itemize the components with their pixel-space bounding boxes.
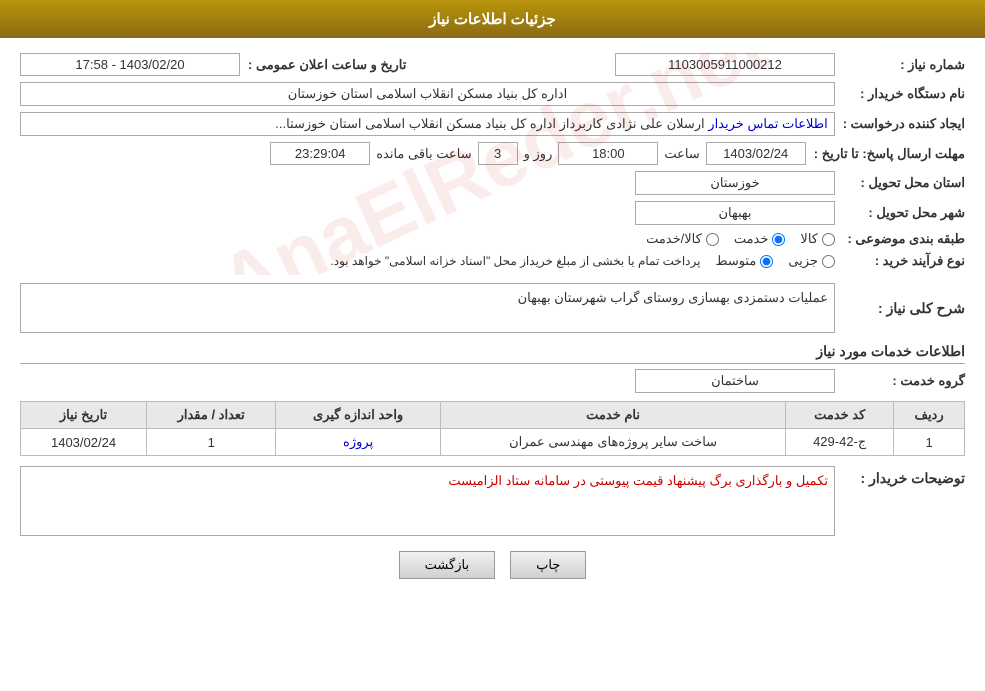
category-khedmat-label: خدمت [734,231,769,247]
response-time-label: ساعت [664,146,699,162]
general-desc-label: شرح کلی نیاز : [835,300,965,317]
col-quantity: تعداد / مقدار [147,402,276,429]
page-title: جزئیات اطلاعات نیاز [429,11,556,28]
response-deadline-label: مهلت ارسال پاسخ: تا تاریخ : [806,146,965,162]
category-kala-radio[interactable] [822,233,835,246]
col-service-code: کد خدمت [786,402,894,429]
province-label: استان محل تحویل : [835,175,965,191]
service-group-label: گروه خدمت : [835,373,965,389]
general-desc-row: شرح کلی نیاز : عملیات دستمزدی بهسازی روس… [20,283,965,333]
services-table: ردیف کد خدمت نام خدمت واحد اندازه گیری ت… [20,401,965,456]
creator-label: ایجاد کننده درخواست : [835,116,965,132]
col-need-date: تاریخ نیاز [21,402,147,429]
response-time-value: 18:00 [558,142,658,165]
purchase-type-motavasset: متوسط [715,253,773,269]
cell-need-date: 1403/02/24 [21,429,147,456]
content-area: AnaElReder.net شماره نیاز : 110300591100… [0,38,985,609]
province-value: خوزستان [635,171,835,195]
need-number-label: شماره نیاز : [835,57,965,73]
col-row-num: ردیف [894,402,965,429]
buyer-org-value: اداره کل بنیاد مسکن انقلاب اسلامی استان … [20,82,835,106]
buyer-desc-row: توضیحات خریدار : تکمیل و بارگذاری برگ پی… [20,466,965,536]
purchase-type-label: نوع فرآیند خرید : [835,253,965,269]
button-row: چاپ بازگشت [20,551,965,579]
buyer-desc-text: تکمیل و بارگذاری برگ پیشنهاد قیمت پیوستی… [448,473,828,488]
col-unit: واحد اندازه گیری [276,402,441,429]
page-container: جزئیات اطلاعات نیاز AnaElReder.net شماره… [0,0,985,691]
purchase-type-row: نوع فرآیند خرید : جزیی متوسط پرداخت تمام… [20,253,965,269]
creator-row: ایجاد کننده درخواست : اطلاعات تماس خریدا… [20,112,965,136]
category-kala: کالا [800,231,835,247]
general-info-block: AnaElReder.net شماره نیاز : 110300591100… [20,53,965,275]
purchase-type-motavasset-radio[interactable] [760,255,773,268]
buyer-org-row: نام دستگاه خریدار : اداره کل بنیاد مسکن … [20,82,965,106]
cell-quantity: 1 [147,429,276,456]
purchase-type-jozi-label: جزیی [788,253,818,269]
print-button[interactable]: چاپ [510,551,586,579]
purchase-type-jozi-radio[interactable] [822,255,835,268]
category-label: طبقه بندی موضوعی : [835,231,965,247]
buyer-desc-value: تکمیل و بارگذاری برگ پیشنهاد قیمت پیوستی… [20,466,835,536]
response-date-value: 1403/02/24 [706,142,806,165]
cell-row-num: 1 [894,429,965,456]
city-label: شهر محل تحویل : [835,205,965,221]
purchase-type-jozi: جزیی [788,253,835,269]
category-kala-khedmat-radio[interactable] [706,233,719,246]
response-days-label: روز و [524,146,553,162]
table-row: 1 ج-42-429 ساخت سایر پروژه‌های مهندسی عم… [21,429,965,456]
purchase-type-desc: پرداخت تمام یا بخشی از مبلغ خریداز محل "… [330,254,700,268]
creator-value: اطلاعات تماس خریدار ارسلان علی نژادی کار… [20,112,835,136]
page-header: جزئیات اطلاعات نیاز [0,0,985,38]
purchase-type-motavasset-label: متوسط [715,253,756,269]
service-group-value: ساختمان [635,369,835,393]
province-row: استان محل تحویل : خوزستان [20,171,965,195]
category-kala-label: کالا [800,231,818,247]
city-row: شهر محل تحویل : بهبهان [20,201,965,225]
cell-unit: پروژه [276,429,441,456]
cell-service-name: ساخت سایر پروژه‌های مهندسی عمران [440,429,785,456]
cell-service-code: ج-42-429 [786,429,894,456]
city-value: بهبهان [635,201,835,225]
category-kala-khedmat-label: کالا/خدمت [646,231,702,247]
buyer-desc-label: توضیحات خریدار : [835,466,965,487]
category-khedmat: خدمت [734,231,786,247]
general-desc-value: عملیات دستمزدی بهسازی روستای گراب شهرستا… [20,283,835,333]
response-deadline-row: مهلت ارسال پاسخ: تا تاریخ : 1403/02/24 س… [20,142,965,165]
need-number-value: 1103005911000212 [615,53,835,76]
purchase-type-radio-group: جزیی متوسط [715,253,835,269]
back-button[interactable]: بازگشت [399,551,495,579]
category-row: طبقه بندی موضوعی : کالا خدمت کالا/خدمت [20,231,965,247]
general-desc-text: عملیات دستمزدی بهسازی روستای گراب شهرستا… [518,290,828,305]
category-khedmat-radio[interactable] [772,233,785,246]
services-section-title: اطلاعات خدمات مورد نیاز [20,343,965,364]
response-remaining-value: 23:29:04 [270,142,370,165]
category-radio-group: کالا خدمت کالا/خدمت [646,231,835,247]
need-number-row: شماره نیاز : 1103005911000212 تاریخ و سا… [20,53,965,76]
col-service-name: نام خدمت [440,402,785,429]
announce-date-value: 1403/02/20 - 17:58 [20,53,240,76]
announce-date-label: تاریخ و ساعت اعلان عمومی : [240,57,406,73]
response-remaining-label: ساعت باقی مانده [376,146,471,162]
service-group-row: گروه خدمت : ساختمان [20,369,965,393]
response-days-value: 3 [478,142,518,165]
creator-text: ارسلان علی نژادی کاربرداز اداره کل بنیاد… [275,116,704,131]
buyer-org-label: نام دستگاه خریدار : [835,86,965,102]
category-kala-khedmat: کالا/خدمت [646,231,719,247]
creator-link[interactable]: اطلاعات تماس خریدار [708,116,827,131]
